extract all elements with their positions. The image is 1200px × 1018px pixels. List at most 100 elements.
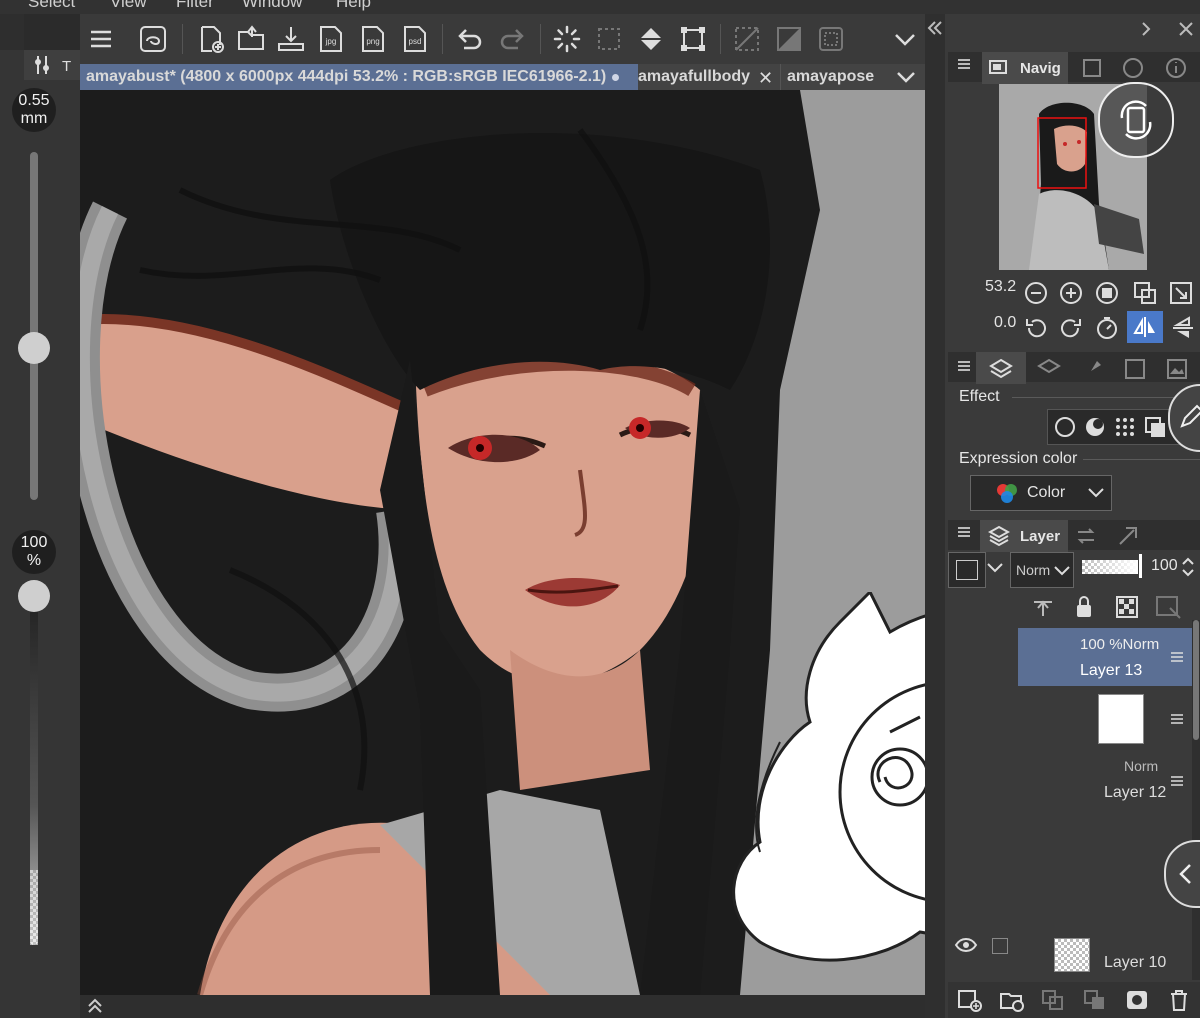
- zoom-out-icon[interactable]: [1023, 280, 1049, 306]
- layer-thumbnail: [1054, 938, 1090, 972]
- clip-layer-icon[interactable]: [1030, 596, 1056, 620]
- reset-rotation-icon[interactable]: [1094, 315, 1120, 341]
- scrollbar-thumb[interactable]: [1193, 620, 1199, 740]
- layer-mask-icon[interactable]: [1124, 988, 1150, 1012]
- trash-icon[interactable]: [1166, 988, 1192, 1012]
- selection-mask-icon[interactable]: [774, 24, 804, 54]
- fit-stop-icon[interactable]: [1094, 280, 1120, 306]
- tool-tab[interactable]: T: [24, 50, 80, 80]
- redo-icon[interactable]: [498, 24, 528, 54]
- rotate-left-icon[interactable]: [1023, 315, 1049, 341]
- tab-amayabust[interactable]: amayabust* (4800 x 6000px 444dpi 53.2% :…: [80, 64, 638, 90]
- layer-checkbox[interactable]: [992, 938, 1008, 954]
- stepper-icon[interactable]: [1181, 556, 1195, 578]
- layer-tab[interactable]: Layer: [980, 520, 1068, 552]
- rotate-canvas-button[interactable]: [1098, 82, 1174, 158]
- swatch-square: [956, 560, 978, 580]
- opacity-bar[interactable]: [1082, 560, 1138, 574]
- lock-transparent-icon[interactable]: [1114, 594, 1140, 620]
- close-tab-icon[interactable]: ✕: [758, 68, 773, 89]
- layer-property-icon: [989, 358, 1013, 379]
- undo-icon[interactable]: [454, 24, 484, 54]
- menu-select[interactable]: Select: [28, 0, 75, 12]
- menu-help[interactable]: Help: [336, 0, 371, 12]
- layer-property-tab[interactable]: [976, 352, 1026, 384]
- zoom-in-icon[interactable]: [1058, 280, 1084, 306]
- brush-size-slider-handle[interactable]: [18, 332, 50, 364]
- layer-color-effect-icon[interactable]: [1142, 414, 1168, 440]
- double-chevron-up-icon[interactable]: [86, 997, 104, 1015]
- chevron-down-icon[interactable]: [986, 560, 1004, 576]
- export-jpg-icon[interactable]: jpg: [316, 24, 346, 54]
- layer-search-tab-icon[interactable]: [1036, 356, 1062, 382]
- color-wheel-tab-icon[interactable]: [1120, 56, 1146, 80]
- history-tab-icon[interactable]: [1074, 524, 1098, 548]
- flip-vertical-icon[interactable]: [1170, 315, 1196, 341]
- panel-menu-icon[interactable]: [956, 56, 972, 72]
- actual-size-icon[interactable]: [1132, 280, 1158, 306]
- layer-handle-icon[interactable]: [1170, 650, 1184, 664]
- selection-border-icon[interactable]: [816, 24, 846, 54]
- tab-amayapose[interactable]: amayapose: [780, 64, 887, 90]
- layer-color-swatch[interactable]: [948, 552, 986, 588]
- new-folder-icon[interactable]: [998, 988, 1024, 1012]
- chevron-right-icon[interactable]: [1139, 22, 1153, 36]
- transform-icon[interactable]: [678, 24, 708, 54]
- opacity-bar-handle[interactable]: [1139, 554, 1142, 578]
- menu-view[interactable]: View: [110, 0, 147, 12]
- fit-to-window-icon[interactable]: [1168, 280, 1194, 306]
- open-folder-icon[interactable]: [236, 24, 266, 54]
- hide-selection-icon[interactable]: [732, 24, 762, 54]
- layer-scrollbar[interactable]: [1192, 620, 1200, 980]
- tab-list-chevron-icon[interactable]: [894, 67, 918, 87]
- merge-down-icon[interactable]: [1040, 988, 1066, 1012]
- brush-tab-icon[interactable]: [1080, 356, 1106, 382]
- rotate-right-icon[interactable]: [1058, 315, 1084, 341]
- blend-mode-select[interactable]: Norm: [1010, 552, 1074, 588]
- image-tab-icon[interactable]: [1164, 356, 1190, 382]
- save-icon[interactable]: [276, 24, 306, 54]
- menu-filter[interactable]: Filter: [176, 0, 214, 12]
- chevron-down-icon[interactable]: [890, 24, 920, 54]
- menu-window[interactable]: Window: [242, 0, 302, 12]
- new-raster-layer-icon[interactable]: [956, 988, 982, 1012]
- border-effect-icon[interactable]: [1052, 414, 1078, 440]
- layer-row-11[interactable]: [1018, 690, 1192, 748]
- fill-bucket-icon[interactable]: [636, 24, 666, 54]
- eye-icon[interactable]: [954, 936, 978, 954]
- tone-effect-icon[interactable]: [1112, 414, 1138, 440]
- loading-spinner-icon[interactable]: [552, 24, 582, 54]
- lock-icon[interactable]: [1072, 594, 1096, 620]
- expression-color-select[interactable]: Color: [970, 475, 1112, 511]
- flip-horizontal-button[interactable]: [1127, 311, 1163, 343]
- clip-studio-icon[interactable]: [138, 24, 168, 54]
- opacity-unit: %: [26, 552, 42, 569]
- layer-row-10[interactable]: Layer 10: [1018, 930, 1192, 978]
- main-menu-icon[interactable]: [86, 24, 116, 54]
- panel-menu-icon[interactable]: [956, 358, 972, 374]
- watercolor-edge-icon[interactable]: [1082, 414, 1108, 440]
- layer-handle-icon[interactable]: [1170, 712, 1184, 726]
- brush-size-slider[interactable]: [30, 152, 38, 500]
- new-file-icon[interactable]: [196, 24, 226, 54]
- opacity-value: 100: [20, 534, 48, 551]
- collapse-left-icon[interactable]: [927, 20, 943, 36]
- layer-row-12[interactable]: Norm Layer 12: [1018, 752, 1192, 810]
- layer-row-13[interactable]: 100 %Norm Layer 13: [1018, 628, 1192, 686]
- export-psd-icon[interactable]: psd: [400, 24, 430, 54]
- reference-layer-icon[interactable]: [1154, 594, 1184, 620]
- material-tab-icon[interactable]: [1122, 356, 1148, 382]
- layer-handle-icon[interactable]: [1170, 774, 1184, 788]
- auto-action-tab-icon[interactable]: [1116, 524, 1142, 548]
- clear-selection-icon[interactable]: [594, 24, 624, 54]
- export-png-icon[interactable]: png: [358, 24, 388, 54]
- panel-menu-icon[interactable]: [956, 524, 972, 540]
- subview-tab-icon[interactable]: [1080, 56, 1104, 80]
- divider: [1083, 459, 1200, 460]
- info-tab-icon[interactable]: [1164, 56, 1188, 80]
- transfer-layer-icon[interactable]: [1082, 988, 1108, 1012]
- tab-amayafullbody[interactable]: amayafullbody: [632, 64, 756, 90]
- navigator-tab[interactable]: Navig: [982, 52, 1068, 84]
- close-panel-icon[interactable]: [1177, 20, 1195, 38]
- opacity-slider-handle[interactable]: [18, 580, 50, 612]
